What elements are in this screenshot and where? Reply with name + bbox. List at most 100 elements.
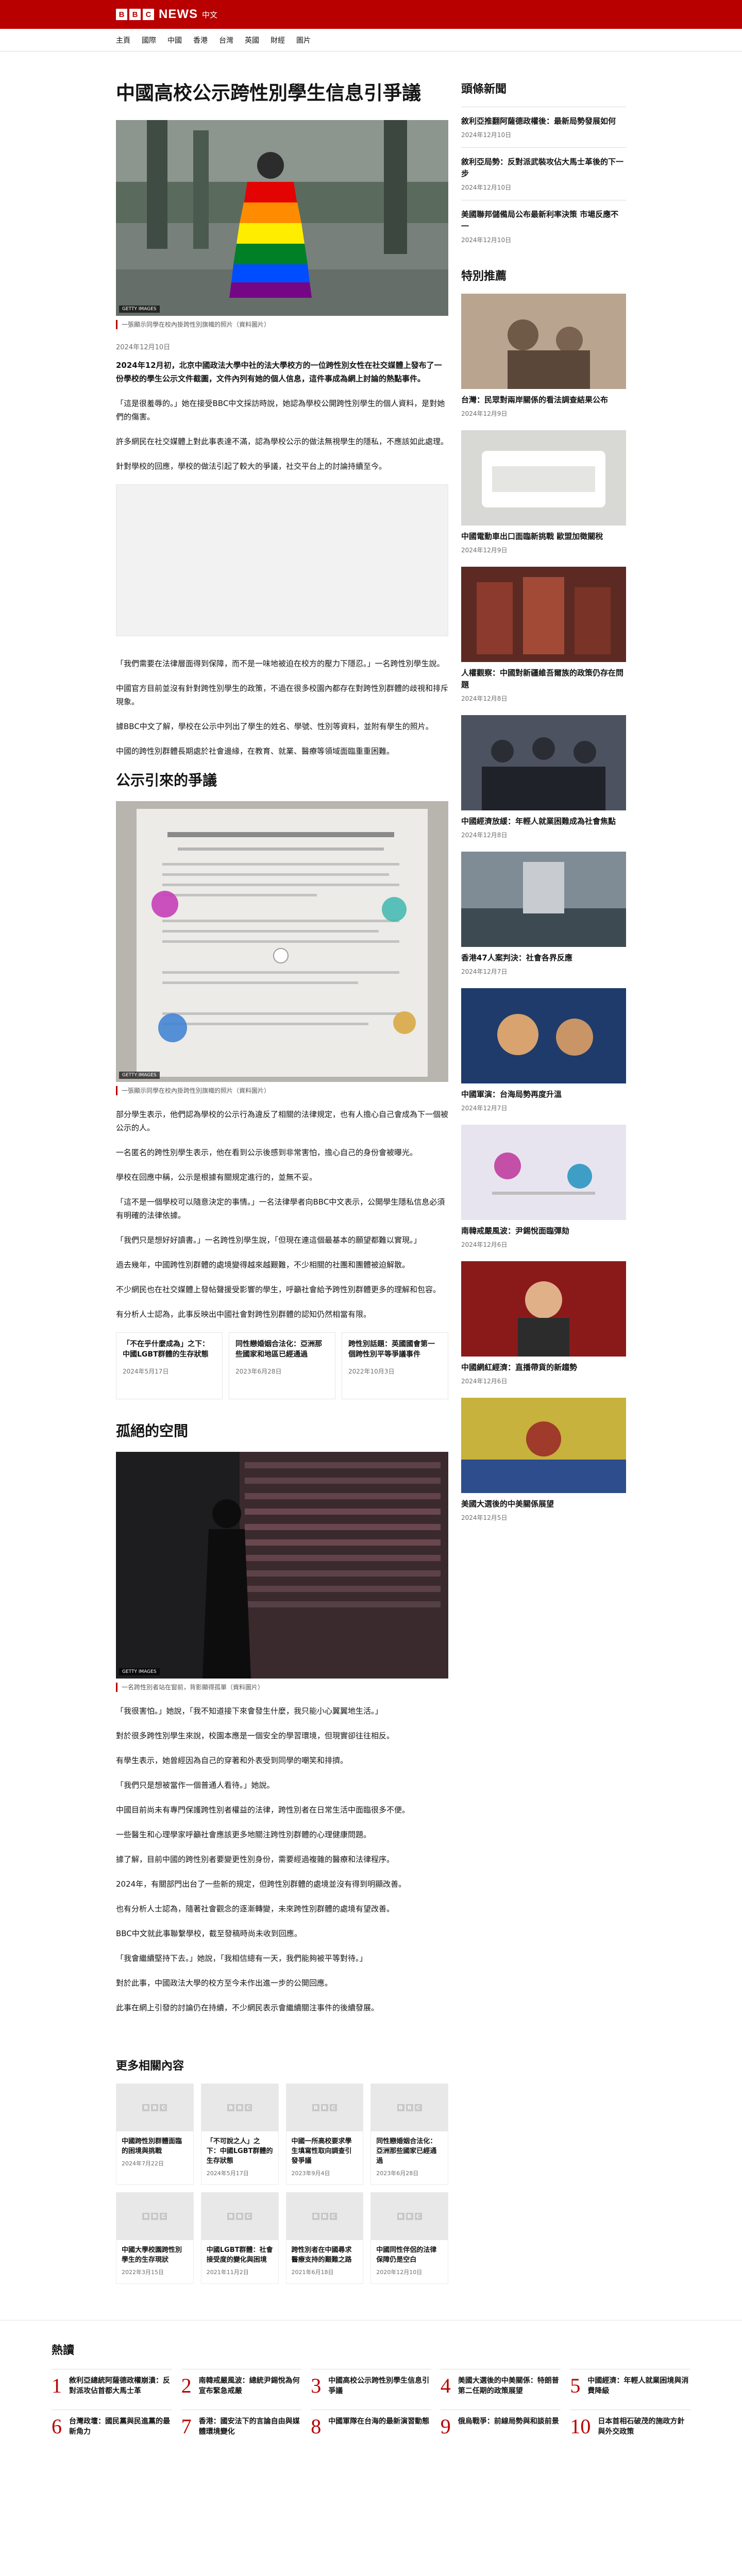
related-card-date: 2023年6月28日 bbox=[235, 1368, 282, 1375]
most-read-item[interactable]: 10 日本首相石破茂的施政方針與外交政策 bbox=[570, 2410, 690, 2437]
more-card[interactable]: BBC 中國大學校園跨性別學生的生存現狀 2022年3月15日 bbox=[116, 2192, 194, 2284]
most-read-item[interactable]: 9 俄烏戰爭：前線局勢與和談前景 bbox=[440, 2410, 561, 2437]
featured-item[interactable]: 人權觀察：中國對新疆維吾爾族的政策仍存在問題 2024年12月8日 bbox=[461, 567, 626, 703]
featured-item[interactable]: 香港47人案判決：社會各界反應 2024年12月7日 bbox=[461, 852, 626, 976]
nav-item-hongkong[interactable]: 香港 bbox=[193, 35, 208, 45]
more-card[interactable]: BBC 跨性別者在中國尋求醫療支持的艱難之路 2021年6月18日 bbox=[285, 2192, 364, 2284]
document-image: GETTY IMAGES bbox=[116, 801, 448, 1082]
nav-item-uk[interactable]: 英國 bbox=[245, 35, 259, 45]
more-card-date: 2021年6月18日 bbox=[291, 2269, 334, 2276]
featured-title: 中國軍演：台海局勢再度升溫 bbox=[461, 1090, 562, 1099]
featured-date: 2024年12月8日 bbox=[461, 695, 508, 702]
featured-date: 2024年12月6日 bbox=[461, 1241, 508, 1248]
silhouette-caption: 一名跨性別者站在窗前，背影顯得孤單（資料圖片） bbox=[116, 1683, 448, 1692]
most-read-title-text: 中國經濟：年輕人就業困境與消費降級 bbox=[587, 2377, 689, 2395]
most-read-item[interactable]: 2 南韓戒嚴風波：總統尹錫悅為何宣布緊急戒嚴 bbox=[181, 2369, 302, 2396]
bbc-placeholder-icon: B bbox=[321, 2104, 328, 2111]
more-card-title: 中國大學校園跨性別學生的生存現狀 bbox=[122, 2246, 182, 2264]
related-card-title: 跨性別話題：英國國會第一個跨性別平等爭議事件 bbox=[348, 1340, 435, 1359]
sidebar-featured-title: 特別推薦 bbox=[461, 270, 507, 283]
more-card[interactable]: BBC 中國跨性別群體面臨的困境與挑戰 2024年7月22日 bbox=[116, 2083, 194, 2185]
more-card-date: 2024年5月17日 bbox=[206, 2170, 249, 2177]
related-card[interactable]: 「不在乎什麼成為」之下：中國LGBT群體的生存狀態 2024年5月17日 bbox=[116, 1332, 223, 1399]
featured-title: 中國經濟放緩：年輕人就業困難成為社會焦點 bbox=[461, 817, 616, 826]
bbc-placeholder-icon: C bbox=[160, 2104, 167, 2111]
most-read-section: 熱讀 1 敘利亞總統阿薩德政權崩潰：反對派攻佔首都大馬士革 2 南韓戒嚴風波：總統尹… bbox=[0, 2320, 742, 2468]
article-paragraph: 「這不是一個學校可以隨意決定的事情。」一名法律學者向BBC中文表示，公開學生隱私… bbox=[116, 1197, 445, 1220]
more-card-title: 「不可說之人」之下：中國LGBT群體的生存狀態 bbox=[206, 2138, 273, 2165]
featured-image-illustration bbox=[461, 715, 626, 810]
logo-letter: B bbox=[129, 9, 141, 20]
bbc-logo[interactable]: B B C bbox=[116, 9, 154, 20]
nav-item-world[interactable]: 國際 bbox=[142, 35, 156, 45]
featured-item[interactable]: 中國網紅經濟：直播帶貨的新趨勢 2024年12月6日 bbox=[461, 1261, 626, 1385]
article-date: 2024年12月10日 bbox=[116, 344, 171, 351]
bbc-placeholder-icon: C bbox=[245, 2213, 252, 2220]
more-card[interactable]: BBC 中國同性伴侶的法律保障仍是空白 2020年12月10日 bbox=[370, 2192, 448, 2284]
most-read-item[interactable]: 7 香港：國安法下的言論自由與媒體環境變化 bbox=[181, 2410, 302, 2437]
embedded-media-placeholder[interactable] bbox=[116, 484, 448, 636]
article-paragraph: 中國目前尚未有專門保護跨性別者權益的法律，跨性別者在日常生活中面臨很多不便。 bbox=[116, 1805, 410, 1815]
more-card[interactable]: BBC 「不可說之人」之下：中國LGBT群體的生存狀態 2024年5月17日 bbox=[200, 2083, 279, 2185]
featured-item[interactable]: 美國大選後的中美關係展望 2024年12月5日 bbox=[461, 1398, 626, 1522]
more-card-date: 2022年3月15日 bbox=[122, 2269, 164, 2276]
featured-item[interactable]: 中國電動車出口面臨新挑戰 歐盟加徵關稅 2024年12月9日 bbox=[461, 430, 626, 554]
more-card-title: 中國LGBT群體：社會接受度的變化與困境 bbox=[206, 2246, 273, 2264]
bbc-placeholder-icon: B bbox=[151, 2104, 159, 2111]
most-read-item[interactable]: 1 敘利亞總統阿薩德政權崩潰：反對派攻佔首都大馬士革 bbox=[52, 2369, 172, 2396]
top-stories-list: 敘利亞推翻阿薩德政權後：最新局勢發展如何 2024年12月10日 敘利亞局勢：反… bbox=[461, 107, 626, 252]
featured-image bbox=[461, 1398, 626, 1493]
featured-item[interactable]: 中國軍演：台海局勢再度升溫 2024年12月7日 bbox=[461, 988, 626, 1112]
nav-item-taiwan[interactable]: 台灣 bbox=[219, 35, 233, 45]
most-read-rank: 1 bbox=[52, 2374, 62, 2397]
article-paragraph: 據BBC中文了解，學校在公示中列出了學生的姓名、學號、性別等資料，並附有學生的照… bbox=[116, 722, 433, 731]
featured-item[interactable]: 南韓戒嚴風波：尹錫悅面臨彈劾 2024年12月6日 bbox=[461, 1125, 626, 1249]
featured-image bbox=[461, 430, 626, 526]
most-read-title-text: 俄烏戰爭：前線局勢與和談前景 bbox=[458, 2417, 559, 2426]
most-read-item[interactable]: 6 台灣政壇：國民黨與民進黨的最新角力 bbox=[52, 2410, 172, 2437]
featured-title: 南韓戒嚴風波：尹錫悅面臨彈劾 bbox=[461, 1226, 570, 1235]
most-read-title-text: 南韓戒嚴風波：總統尹錫悅為何宣布緊急戒嚴 bbox=[198, 2377, 300, 2395]
more-card[interactable]: BBC 同性戀婚姻合法化：亞洲那些國家已經通過 2023年6月28日 bbox=[370, 2083, 448, 2185]
most-read-title-text: 美國大選後的中美關係：特朗普第二任期的政策展望 bbox=[458, 2377, 559, 2395]
nav-item-china[interactable]: 中國 bbox=[167, 35, 182, 45]
related-card[interactable]: 同性戀婚姻合法化：亞洲那些國家和地區已經通過 2023年6月28日 bbox=[229, 1332, 335, 1399]
most-read-item[interactable]: 4 美國大選後的中美關係：特朗普第二任期的政策展望 bbox=[440, 2369, 561, 2396]
featured-image bbox=[461, 294, 626, 389]
related-card[interactable]: 跨性別話題：英國國會第一個跨性別平等爭議事件 2022年10月3日 bbox=[342, 1332, 448, 1399]
featured-title: 中國網紅經濟：直播帶貨的新趨勢 bbox=[461, 1363, 578, 1372]
more-card-date: 2020年12月10日 bbox=[376, 2269, 423, 2276]
featured-image-illustration bbox=[461, 1398, 626, 1493]
most-read-rank: 2 bbox=[181, 2374, 192, 2397]
bbc-placeholder-icon: C bbox=[329, 2213, 337, 2220]
article-paragraph: 一些醫生和心理學家呼籲社會應該更多地關注跨性別群體的心理健康問題。 bbox=[116, 1830, 372, 1839]
featured-image bbox=[461, 852, 626, 947]
article-paragraph: 針對學校的回應，學校的做法引起了較大的爭議，社交平台上的討論持續至今。 bbox=[116, 462, 387, 471]
top-story-item[interactable]: 敘利亞推翻阿薩德政權後：最新局勢發展如何 2024年12月10日 bbox=[461, 107, 626, 147]
most-read-title-text: 香港：國安法下的言論自由與媒體環境變化 bbox=[198, 2417, 300, 2436]
more-related-title: 更多相關內容 bbox=[116, 2060, 184, 2073]
featured-image bbox=[461, 1261, 626, 1357]
most-read-item[interactable]: 5 中國經濟：年輕人就業困境與消費降級 bbox=[570, 2369, 690, 2396]
article-paragraph: 有學生表示，她曾經因為自己的穿著和外表受到同學的嘲笑和排擠。 bbox=[116, 1756, 348, 1765]
more-card-thumbnail: BBC bbox=[201, 2084, 278, 2131]
more-card[interactable]: BBC 中國LGBT群體：社會接受度的變化與困境 2021年11月2日 bbox=[200, 2192, 279, 2284]
featured-item[interactable]: 中國經濟放緩：年輕人就業困難成為社會焦點 2024年12月8日 bbox=[461, 715, 626, 839]
featured-date: 2024年12月7日 bbox=[461, 968, 508, 975]
nav-item-business[interactable]: 財經 bbox=[271, 35, 285, 45]
featured-item[interactable]: 台灣：民眾對兩岸關係的看法調查結果公布 2024年12月9日 bbox=[461, 294, 626, 418]
more-card-thumbnail: BBC bbox=[116, 2084, 193, 2131]
more-card-thumbnail: BBC bbox=[371, 2193, 448, 2240]
related-card-title: 同性戀婚姻合法化：亞洲那些國家和地區已經通過 bbox=[235, 1340, 322, 1359]
most-read-item[interactable]: 8 中國軍隊在台海的最新演習動態 bbox=[311, 2410, 431, 2437]
top-story-item[interactable]: 敘利亞局勢：反對派武裝攻佔大馬士革後的下一步 2024年12月10日 bbox=[461, 147, 626, 200]
more-card[interactable]: BBC 中國一所高校要求學生填寫性取向調查引發爭議 2023年9月4日 bbox=[285, 2083, 364, 2185]
top-story-item[interactable]: 美國聯邦儲備局公布最新利率決策 市場反應不一 2024年12月10日 bbox=[461, 200, 626, 252]
nav-item-pictures[interactable]: 圖片 bbox=[296, 35, 311, 45]
featured-date: 2024年12月8日 bbox=[461, 832, 508, 839]
news-wordmark[interactable]: NEWS bbox=[159, 7, 198, 22]
nav-item-home[interactable]: 主頁 bbox=[116, 35, 130, 45]
most-read-item[interactable]: 3 中國高校公示跨性別學生信息引爭議 bbox=[311, 2369, 431, 2396]
bbc-placeholder-icon: B bbox=[312, 2213, 319, 2220]
article-paragraph: 「我會繼續堅持下去。」她說，「我相信總有一天，我們能夠被平等對待。」 bbox=[116, 1954, 367, 1963]
